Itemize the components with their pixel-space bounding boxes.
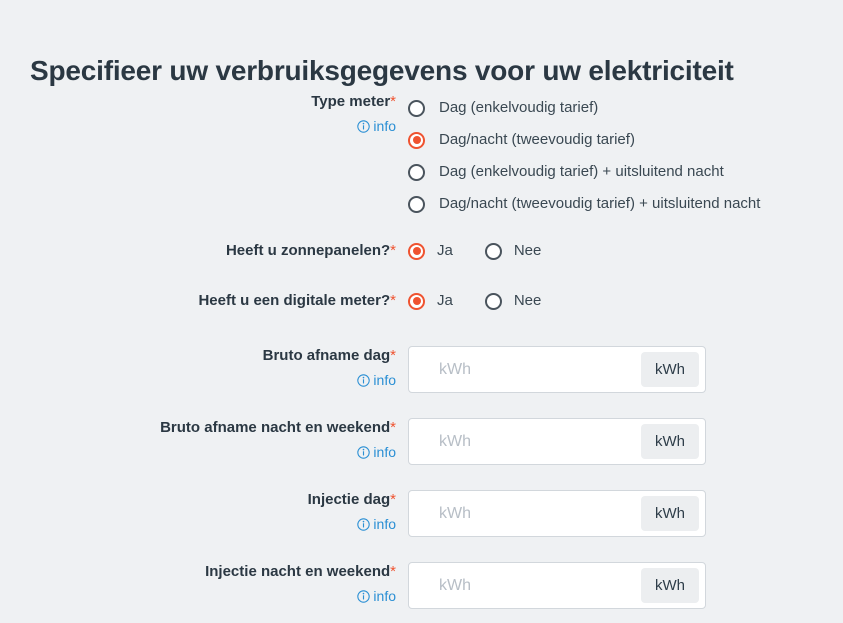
radio-indicator[interactable]: [484, 242, 502, 260]
radio-indicator-selected[interactable]: [408, 292, 425, 310]
radio-indicator[interactable]: [408, 163, 425, 181]
radio-option-label: Dag (enkelvoudig tarief) + uitsluitend n…: [439, 163, 724, 180]
radio-option-label: Ja: [437, 242, 453, 259]
injection-day-label: Injectie dag: [307, 491, 391, 508]
form-row-gross-offtake-night-weekend: Bruto afname nacht en weekend* info kWh: [56, 418, 706, 465]
gross-offtake-night-input-group[interactable]: kWh: [408, 418, 706, 465]
injection-day-unit-addon: kWh: [641, 496, 699, 531]
solar-panels-required-marker: *: [390, 242, 396, 259]
gross-offtake-night-label-wrap: Bruto afname nacht en weekend*: [160, 419, 396, 436]
injection-day-input-group[interactable]: kWh: [408, 490, 706, 537]
radio-option-label: Dag/nacht (tweevoudig tarief) + uitsluit…: [439, 195, 761, 212]
digital-meter-required-marker: *: [390, 292, 396, 309]
gross-offtake-day-input[interactable]: [409, 347, 641, 392]
gross-offtake-night-label: Bruto afname nacht en weekend: [160, 419, 391, 436]
radio-indicator[interactable]: [408, 195, 425, 213]
meter-type-label-column: Type meter* info: [56, 92, 408, 136]
meter-type-required-marker: *: [390, 93, 396, 110]
injection-night-required-marker: *: [390, 563, 396, 580]
info-circle-icon: [357, 518, 371, 534]
digital-meter-label-column: Heeft u een digitale meter?*: [56, 291, 408, 311]
form-row-injection-day: Injectie dag* info kWh: [56, 490, 706, 537]
gross-offtake-day-info-link[interactable]: info: [56, 372, 396, 390]
consumption-form-page: Specifieer uw verbruiksgegevens voor uw …: [0, 0, 843, 623]
gross-offtake-night-unit-addon: kWh: [641, 424, 699, 459]
injection-night-label-column: Injectie nacht en weekend* info: [56, 562, 408, 606]
radio-indicator-selected[interactable]: [408, 242, 425, 260]
injection-day-label-wrap: Injectie dag*: [308, 491, 396, 508]
gross-offtake-day-info-label: info: [373, 372, 396, 388]
injection-day-info-link[interactable]: info: [56, 516, 396, 534]
meter-type-radio-group[interactable]: Dag (enkelvoudig tarief) Dag/nacht (twee…: [408, 92, 760, 220]
gross-offtake-day-required-marker: *: [390, 347, 396, 364]
info-circle-icon: [357, 374, 371, 390]
radio-option-digital-nee[interactable]: Nee: [484, 290, 542, 312]
radio-option-dag-enkelvoudig[interactable]: Dag (enkelvoudig tarief): [408, 92, 760, 124]
injection-night-label: Injectie nacht en weekend: [205, 563, 391, 580]
form-row-gross-offtake-day: Bruto afname dag* info kWh: [56, 346, 706, 393]
injection-night-input[interactable]: [409, 563, 641, 608]
injection-night-info-label: info: [373, 588, 396, 604]
injection-day-required-marker: *: [390, 491, 396, 508]
solar-panels-radio-group[interactable]: Ja Nee: [408, 240, 541, 262]
gross-offtake-day-input-group[interactable]: kWh: [408, 346, 706, 393]
form-row-solar-panels: Heeft u zonnepanelen?* Ja Nee: [56, 240, 541, 262]
radio-option-solar-nee[interactable]: Nee: [484, 240, 542, 262]
injection-day-input[interactable]: [409, 491, 641, 536]
gross-offtake-night-label-column: Bruto afname nacht en weekend* info: [56, 418, 408, 462]
radio-indicator-selected[interactable]: [408, 131, 425, 149]
gross-offtake-day-label: Bruto afname dag: [262, 347, 391, 364]
info-circle-icon: [357, 120, 371, 136]
radio-indicator[interactable]: [408, 99, 425, 117]
digital-meter-label-wrap: Heeft u een digitale meter?*: [198, 292, 396, 309]
info-circle-icon: [357, 590, 371, 606]
meter-type-label-wrap: Type meter*: [311, 93, 396, 110]
injection-night-unit-addon: kWh: [641, 568, 699, 603]
solar-panels-label-column: Heeft u zonnepanelen?*: [56, 241, 408, 261]
form-row-meter-type: Type meter* info Dag (enkelvoudig tarief…: [56, 92, 760, 220]
solar-panels-label: Heeft u zonnepanelen?: [225, 242, 391, 259]
solar-panels-label-wrap: Heeft u zonnepanelen?*: [226, 242, 396, 259]
radio-option-label: Dag (enkelvoudig tarief): [439, 99, 599, 116]
radio-option-label: Ja: [437, 292, 453, 309]
gross-offtake-day-label-wrap: Bruto afname dag*: [263, 347, 396, 364]
injection-night-input-group[interactable]: kWh: [408, 562, 706, 609]
page-title: Specifieer uw verbruiksgegevens voor uw …: [30, 54, 734, 86]
gross-offtake-night-input[interactable]: [409, 419, 641, 464]
injection-day-info-label: info: [373, 516, 396, 532]
radio-indicator[interactable]: [484, 292, 502, 310]
form-row-digital-meter: Heeft u een digitale meter?* Ja Nee: [56, 290, 541, 312]
radio-option-digital-ja[interactable]: Ja: [408, 290, 453, 312]
meter-type-info-label: info: [373, 118, 396, 134]
gross-offtake-day-label-column: Bruto afname dag* info: [56, 346, 408, 390]
gross-offtake-night-info-link[interactable]: info: [56, 444, 396, 462]
radio-option-dagnacht-tweevoudig[interactable]: Dag/nacht (tweevoudig tarief): [408, 124, 760, 156]
radio-option-label: Dag/nacht (tweevoudig tarief): [439, 131, 635, 148]
radio-option-solar-ja[interactable]: Ja: [408, 240, 453, 262]
info-circle-icon: [357, 446, 371, 462]
radio-option-dag-enkelvoudig-uitsluitend-nacht[interactable]: Dag (enkelvoudig tarief) + uitsluitend n…: [408, 156, 760, 188]
digital-meter-radio-group[interactable]: Ja Nee: [408, 290, 541, 312]
form-row-injection-night-weekend: Injectie nacht en weekend* info kWh: [56, 562, 706, 609]
gross-offtake-night-required-marker: *: [390, 419, 396, 436]
meter-type-label: Type meter: [311, 93, 391, 110]
gross-offtake-day-unit-addon: kWh: [641, 352, 699, 387]
meter-type-info-link[interactable]: info: [56, 118, 396, 136]
radio-option-dagnacht-tweevoudig-uitsluitend-nacht[interactable]: Dag/nacht (tweevoudig tarief) + uitsluit…: [408, 188, 760, 220]
injection-night-info-link[interactable]: info: [56, 588, 396, 606]
gross-offtake-night-info-label: info: [373, 444, 396, 460]
injection-night-label-wrap: Injectie nacht en weekend*: [205, 563, 396, 580]
injection-day-label-column: Injectie dag* info: [56, 490, 408, 534]
radio-option-label: Nee: [513, 242, 542, 259]
digital-meter-label: Heeft u een digitale meter?: [198, 292, 391, 309]
radio-option-label: Nee: [513, 292, 542, 309]
